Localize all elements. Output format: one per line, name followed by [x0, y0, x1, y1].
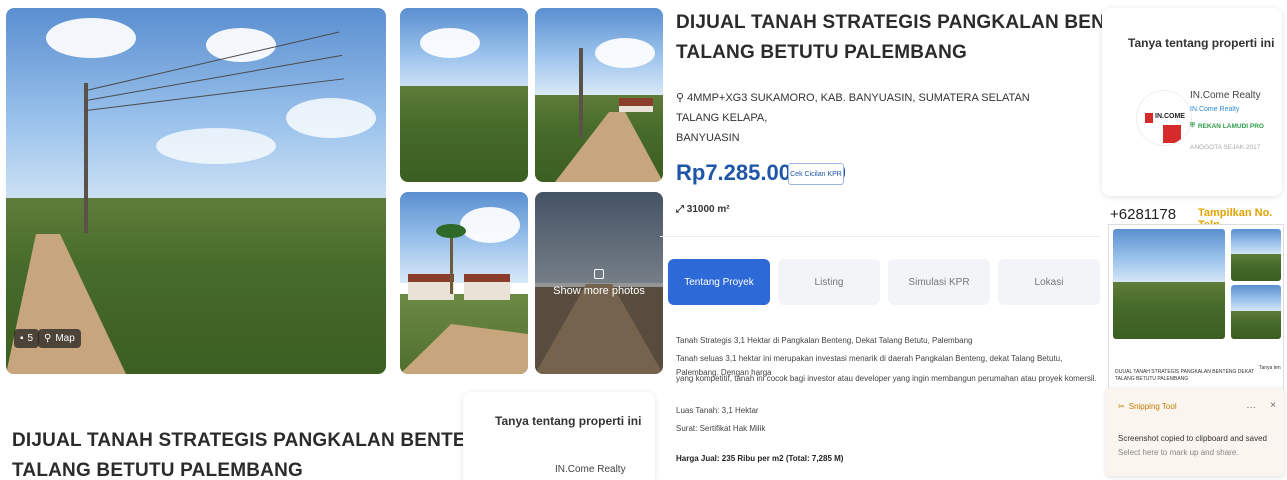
sale-price-detail: Harga Jual: 235 Ribu per m2 (Total: 7,28…: [676, 454, 844, 463]
land-area: ⤢ 31000 m²: [676, 204, 730, 215]
contact-card-lower: Tanya tentang properti ini IN.Come Realt…: [463, 392, 655, 480]
description-body-2: yang kompetitif, tanah ini cocok bagi in…: [676, 374, 1097, 383]
agent-name[interactable]: IN.Come Realty: [555, 464, 626, 475]
logo-bar: [1145, 113, 1153, 123]
tab-listing[interactable]: Listing: [778, 259, 880, 305]
image-icon: [594, 269, 604, 279]
logo-text: IN.COME: [1155, 113, 1185, 120]
agent-name[interactable]: IN.Come Realty: [1190, 90, 1261, 101]
map-button[interactable]: ⚲ Map: [38, 329, 81, 348]
detail-tabs: Tentang Proyek Listing Simulasi KPR Loka…: [668, 259, 1100, 305]
show-more-label: Show more photos: [553, 285, 645, 297]
thumbnail-2[interactable]: [535, 8, 663, 182]
check-kpr-button[interactable]: Cek Cicilan KPR: [788, 163, 844, 185]
certificate-detail: Surat: Sertifikat Hak Milik: [676, 424, 766, 433]
logo-mark: [1163, 125, 1181, 143]
thumbnail-3[interactable]: [400, 192, 528, 374]
pro-badge: ⛨ REKAN LAMUDI PRO: [1190, 122, 1264, 130]
land-area-detail: Luas Tanah: 3,1 Hektar: [676, 406, 759, 415]
close-icon[interactable]: ×: [1270, 400, 1276, 411]
contact-card-title: Tanya tentang properti ini: [495, 414, 642, 428]
thumbnail-4[interactable]: Show more photos: [535, 192, 663, 374]
preview-main-photo: [1113, 229, 1225, 339]
tab-simulasi-kpr[interactable]: Simulasi KPR: [888, 259, 990, 305]
main-photo[interactable]: ▪ 5 ⚲ Map: [6, 8, 386, 374]
shield-check-icon: ⛨: [1190, 122, 1195, 129]
area-icon: ⤢: [676, 204, 684, 215]
map-label: Map: [55, 333, 75, 344]
notification-hint: Select here to mark up and share.: [1118, 448, 1239, 457]
contact-card-title: Tanya tentang properti ini: [1128, 36, 1275, 50]
description-intro: Tanah Strategis 3,1 Hektar di Pangkalan …: [676, 336, 973, 345]
photo-count-badge[interactable]: ▪ 5: [14, 329, 40, 348]
tab-lokasi[interactable]: Lokasi: [998, 259, 1100, 305]
photo-count: 5: [27, 333, 34, 344]
thumbnail-1[interactable]: [400, 8, 528, 182]
tab-tentang-proyek[interactable]: Tentang Proyek: [668, 259, 770, 305]
listing-address: ⚲ 4MMP+XG3 SUKAMORO, KAB. BANYUASIN, SUM…: [676, 92, 1030, 144]
notification-header: ✂ Snipping Tool: [1118, 402, 1177, 411]
agent-link[interactable]: IN.Come Realty: [1190, 106, 1239, 113]
member-since: ANGGOTA SEJAK 2017: [1190, 144, 1261, 151]
preview-thumb-2: [1231, 285, 1281, 339]
preview-side-text: Tanya ten: [1259, 365, 1281, 371]
phone-number: +6281178: [1110, 206, 1177, 223]
contact-card: Tanya tentang properti ini IN.COME IN.Co…: [1102, 8, 1282, 196]
map-pin-icon: ⚲: [44, 333, 52, 344]
agency-logo: IN.COME: [1136, 90, 1192, 146]
more-icon[interactable]: …: [1246, 400, 1256, 411]
notification-controls: … ×: [1246, 400, 1276, 411]
notification-message: Screenshot copied to clipboard and saved: [1118, 434, 1267, 443]
location-pin-icon: ⚲: [676, 92, 685, 104]
preview-thumb-1: [1231, 229, 1281, 281]
show-more-photos-button[interactable]: Show more photos: [535, 192, 663, 374]
image-icon: ▪: [20, 333, 24, 344]
preview-title: DIJUAL TANAH STRATEGIS PANGKALAN BENTENG…: [1115, 369, 1255, 382]
screenshot-preview[interactable]: DIJUAL TANAH STRATEGIS PANGKALAN BENTENG…: [1108, 224, 1284, 392]
divider: [660, 236, 1100, 237]
snipping-tool-notification[interactable]: ✂ Snipping Tool … × Screenshot copied to…: [1106, 388, 1284, 476]
snipping-tool-icon: ✂: [1118, 402, 1125, 411]
